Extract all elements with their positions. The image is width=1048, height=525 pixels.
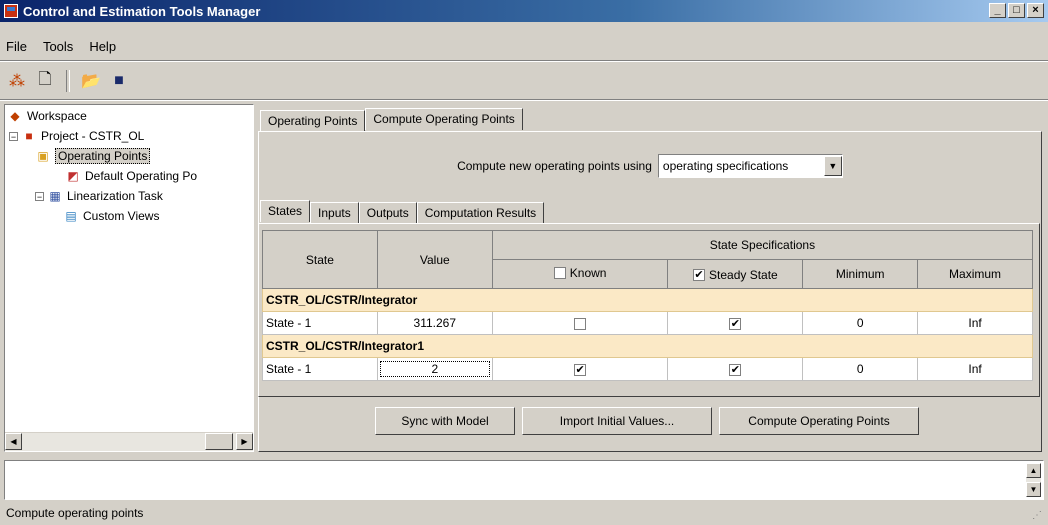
group-label: CSTR_OL/CSTR/Integrator1 (262, 334, 1033, 358)
known-cell[interactable]: ✔ (491, 357, 669, 381)
state-cell: State - 1 (262, 311, 378, 335)
project-icon: ■ (25, 129, 33, 143)
steady-state-all-checkbox[interactable]: ✔ (693, 268, 706, 281)
table-group-row: CSTR_OL/CSTR/Integrator (262, 288, 1033, 312)
tree-horizontal-scrollbar[interactable]: ◀ ▶ (5, 432, 253, 451)
column-header-known[interactable]: Known (491, 259, 669, 289)
menu-help[interactable]: Help (89, 39, 116, 54)
message-vertical-scrollbar[interactable]: ▲ ▼ (1026, 463, 1041, 497)
tree-node-custom-views[interactable]: ▤ Custom Views (63, 207, 159, 225)
status-bar: Compute operating points ⋰ (4, 503, 1046, 523)
specification-tabs: States Inputs Outputs Computation Result… (260, 200, 545, 224)
save-disk-icon: ■ (114, 72, 124, 89)
new-document-icon: 🗋 (38, 70, 52, 88)
chevron-down-icon[interactable]: ▼ (823, 156, 842, 176)
toolbar-separator (66, 70, 70, 92)
column-header-value: Value (376, 230, 493, 289)
value-edit-field[interactable]: 2 (379, 361, 490, 377)
tab-computation-results[interactable]: Computation Results (416, 202, 545, 224)
toolbar-separator-line (0, 99, 1048, 101)
state-specifications-table: State Value State Specifications Known ✔… (262, 230, 1034, 381)
state-cell: State - 1 (262, 357, 378, 381)
scroll-thumb[interactable] (205, 433, 233, 450)
folder-icon: ▣ (37, 149, 49, 163)
open-folder-icon: 📂 (81, 73, 101, 90)
tab-inputs[interactable]: Inputs (310, 202, 359, 224)
compute-method-row: Compute new operating points using opera… (259, 154, 1041, 178)
tab-outputs[interactable]: Outputs (358, 202, 417, 224)
column-header-state: State (262, 230, 378, 289)
tab-compute-operating-points[interactable]: Compute Operating Points (365, 108, 523, 130)
window-controls: _ □ × (989, 3, 1044, 18)
menu-file[interactable]: File (6, 39, 27, 54)
steady-state-cell[interactable]: ✔ (667, 357, 804, 381)
compute-method-label: Compute new operating points using (457, 159, 652, 173)
maximum-cell[interactable]: Inf (917, 311, 1033, 335)
table-group-row: CSTR_OL/CSTR/Integrator1 (262, 334, 1033, 358)
column-header-maximum: Maximum (917, 259, 1033, 289)
scroll-up-button[interactable]: ▲ (1026, 463, 1041, 478)
maximize-button[interactable]: □ (1008, 3, 1025, 18)
steady-state-checkbox[interactable]: ✔ (729, 363, 742, 376)
compute-operating-points-button[interactable]: Compute Operating Points (719, 407, 919, 435)
window-title: Control and Estimation Tools Manager (23, 3, 261, 19)
message-area[interactable]: ▲ ▼ (4, 460, 1044, 500)
new-project-icon: ⁂ (9, 73, 25, 90)
linearization-icon: ▦ (49, 189, 61, 203)
tree-node-project[interactable]: ■ Project - CSTR_OL (21, 127, 144, 145)
value-cell[interactable]: 311.267 (376, 311, 493, 335)
tree-node-linearization-task[interactable]: ▦ Linearization Task (47, 187, 163, 205)
app-icon (4, 4, 18, 18)
column-header-minimum: Minimum (802, 259, 919, 289)
menu-bar: File Tools Help (0, 36, 116, 56)
known-checkbox[interactable] (574, 317, 587, 330)
compute-method-dropdown[interactable]: operating specifications ▼ (657, 154, 843, 178)
tree-node-default-operating-point[interactable]: ◩ Default Operating Po (65, 167, 197, 185)
operating-points-tabs: Operating Points Compute Operating Point… (260, 108, 523, 132)
scroll-left-button[interactable]: ◀ (5, 433, 22, 450)
tree-node-operating-points[interactable]: ▣ Operating Points (35, 147, 151, 165)
menu-separator (0, 60, 1048, 62)
table-row[interactable]: State - 1 311.267 ✔ 0 Inf (262, 311, 1033, 335)
scroll-right-button[interactable]: ▶ (236, 433, 253, 450)
sync-with-model-button[interactable]: Sync with Model (375, 407, 515, 435)
resize-grip-icon[interactable]: ⋰ (1032, 510, 1042, 521)
save-button[interactable]: ■ (108, 70, 130, 92)
import-initial-values-button[interactable]: Import Initial Values... (522, 407, 712, 435)
known-all-checkbox[interactable] (553, 267, 566, 279)
group-label: CSTR_OL/CSTR/Integrator (262, 288, 1033, 312)
maximum-cell[interactable]: Inf (917, 357, 1033, 381)
steady-state-checkbox[interactable]: ✔ (729, 317, 742, 330)
minimum-cell[interactable]: 0 (802, 311, 919, 335)
minimum-cell[interactable]: 0 (802, 357, 919, 381)
value-cell[interactable]: 2 (376, 357, 493, 381)
scroll-down-button[interactable]: ▼ (1026, 482, 1041, 497)
menu-tools[interactable]: Tools (43, 39, 73, 54)
collapse-project-toggle[interactable]: − (9, 132, 18, 142)
tree-node-workspace[interactable]: ◆ Workspace (7, 107, 86, 125)
tab-states[interactable]: States (260, 200, 311, 222)
title-bar: Control and Estimation Tools Manager _ □… (0, 0, 1048, 22)
toolbar: ⁂ 🗋 📂 ■ (0, 66, 1048, 96)
steady-state-cell[interactable]: ✔ (667, 311, 804, 335)
compute-method-value: operating specifications (662, 159, 789, 173)
known-checkbox[interactable]: ✔ (574, 363, 587, 376)
workspace-icon: ◆ (10, 109, 20, 123)
project-tree[interactable]: ◆ Workspace − ■ Project - CSTR_OL ▣ Operati… (4, 104, 254, 452)
column-header-steady-state[interactable]: ✔ Steady State (667, 259, 804, 289)
table-row[interactable]: State - 1 2 ✔ ✔ 0 Inf (262, 357, 1033, 381)
status-text: Compute operating points (6, 506, 144, 520)
known-cell[interactable] (491, 311, 669, 335)
column-header-state-specifications: State Specifications (491, 230, 1034, 260)
tab-operating-points[interactable]: Operating Points (260, 110, 366, 132)
custom-views-icon: ▤ (65, 209, 77, 223)
close-button[interactable]: × (1027, 3, 1044, 18)
collapse-linearization-toggle[interactable]: − (35, 192, 44, 202)
new-project-button[interactable]: ⁂ (6, 70, 28, 92)
new-task-button[interactable]: 🗋 (34, 70, 56, 92)
operating-point-icon: ◩ (67, 169, 79, 183)
open-button[interactable]: 📂 (80, 70, 102, 92)
minimize-button[interactable]: _ (989, 3, 1006, 18)
